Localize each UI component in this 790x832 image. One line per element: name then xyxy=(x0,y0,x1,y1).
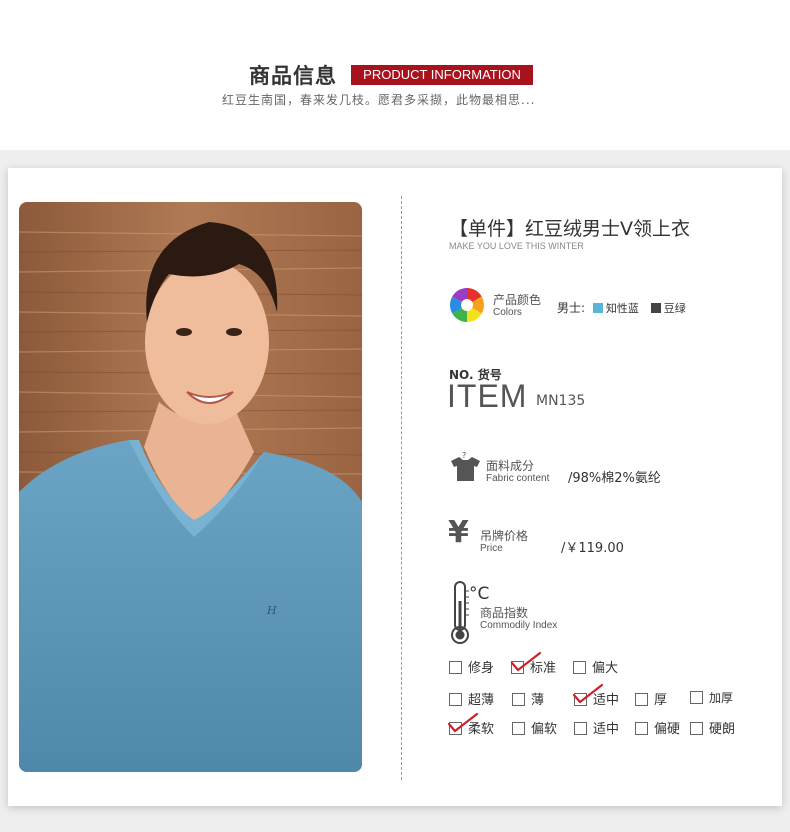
svg-text:H: H xyxy=(266,604,277,617)
option-label: 超薄 xyxy=(468,693,495,708)
color-option-label: 知性蓝 xyxy=(605,302,639,315)
section-subtitle: 红豆生南国，春来发几枝。愿君多采撷，此物最相思... xyxy=(222,93,536,107)
checkbox[interactable] xyxy=(690,691,703,704)
color-option-dark[interactable]: 豆绿 xyxy=(650,301,686,315)
colors-label-cn: 产品颜色 xyxy=(493,293,542,307)
celsius-unit: °C xyxy=(469,584,490,604)
index-option-thick[interactable]: 厚 xyxy=(635,689,667,708)
checkbox[interactable] xyxy=(512,722,525,735)
price-label-cn: 吊牌价格 xyxy=(480,529,529,543)
section-title-cn: 商品信息 xyxy=(249,64,337,88)
section-title-en-badge: PRODUCT INFORMATION xyxy=(351,65,533,85)
checkbox[interactable] xyxy=(573,661,586,674)
item-number-value: MN135 xyxy=(536,393,586,409)
checkbox[interactable] xyxy=(635,693,648,706)
color-swatch-dark xyxy=(650,303,661,313)
checkmark-icon xyxy=(447,712,479,733)
index-option-thin[interactable]: 薄 xyxy=(512,689,544,708)
colors-prefix: 男士: xyxy=(557,301,586,315)
option-label: 适中 xyxy=(593,722,620,737)
colors-options: 男士: 知性蓝 豆绿 xyxy=(557,299,686,316)
price-label-en: Price xyxy=(480,543,503,554)
option-label: 硬朗 xyxy=(709,722,736,737)
option-label: 偏硬 xyxy=(654,722,681,737)
section-header: 商品信息 PRODUCT INFORMATION 红豆生南国，春来发几枝。愿君多… xyxy=(0,0,790,150)
product-photo: H xyxy=(19,202,362,772)
option-label: 偏软 xyxy=(531,722,558,737)
thermometer-icon xyxy=(449,581,471,649)
price-value: /￥119.00 xyxy=(561,541,624,556)
index-option-extra-thick[interactable]: 加厚 xyxy=(690,689,733,706)
index-option-firm[interactable]: 硬朗 xyxy=(690,718,735,737)
fabric-label-cn: 面料成分 xyxy=(486,459,535,473)
tshirt-icon: ? xyxy=(449,451,482,487)
option-label: 偏大 xyxy=(592,661,619,676)
option-label: 修身 xyxy=(468,661,495,676)
index-option-slightly-soft[interactable]: 偏软 xyxy=(512,718,557,737)
index-label-cn: 商品指数 xyxy=(480,606,529,620)
option-label: 薄 xyxy=(531,693,545,708)
color-swatch-blue xyxy=(592,303,603,313)
index-option-slightly-hard[interactable]: 偏硬 xyxy=(635,718,680,737)
fabric-value: /98%棉2%氨纶 xyxy=(568,471,661,486)
checkbox[interactable] xyxy=(574,722,587,735)
index-option-fit-slim[interactable]: 修身 xyxy=(449,657,494,676)
checkmark-icon xyxy=(510,651,542,672)
dashed-divider xyxy=(401,196,402,780)
checkbox[interactable] xyxy=(690,722,703,735)
checkbox[interactable] xyxy=(449,661,462,674)
yen-icon: ¥ xyxy=(448,515,469,550)
color-option-label: 豆绿 xyxy=(663,302,686,315)
option-label: 厚 xyxy=(654,693,668,708)
color-option-blue[interactable]: 知性蓝 xyxy=(592,301,643,315)
color-wheel-icon xyxy=(449,287,485,327)
checkbox[interactable] xyxy=(449,693,462,706)
index-option-fit-large[interactable]: 偏大 xyxy=(573,657,618,676)
item-big-label: ITEM xyxy=(447,378,528,414)
model-image: H xyxy=(19,202,362,772)
checkbox[interactable] xyxy=(635,722,648,735)
product-subtitle: MAKE YOU LOVE THIS WINTER xyxy=(449,241,584,251)
index-option-ultra-thin[interactable]: 超薄 xyxy=(449,689,494,708)
checkbox[interactable] xyxy=(512,693,525,706)
checkmark-icon xyxy=(572,683,604,704)
index-option-medium-softness[interactable]: 适中 xyxy=(574,718,619,737)
index-label-en: Commodily Index xyxy=(480,620,558,631)
colors-label-en: Colors xyxy=(493,307,522,318)
fabric-label-en: Fabric content xyxy=(486,473,550,484)
product-title: 【单件】红豆绒男士V领上衣 xyxy=(449,218,690,240)
svg-text:?: ? xyxy=(462,451,466,460)
option-label: 加厚 xyxy=(709,691,734,705)
